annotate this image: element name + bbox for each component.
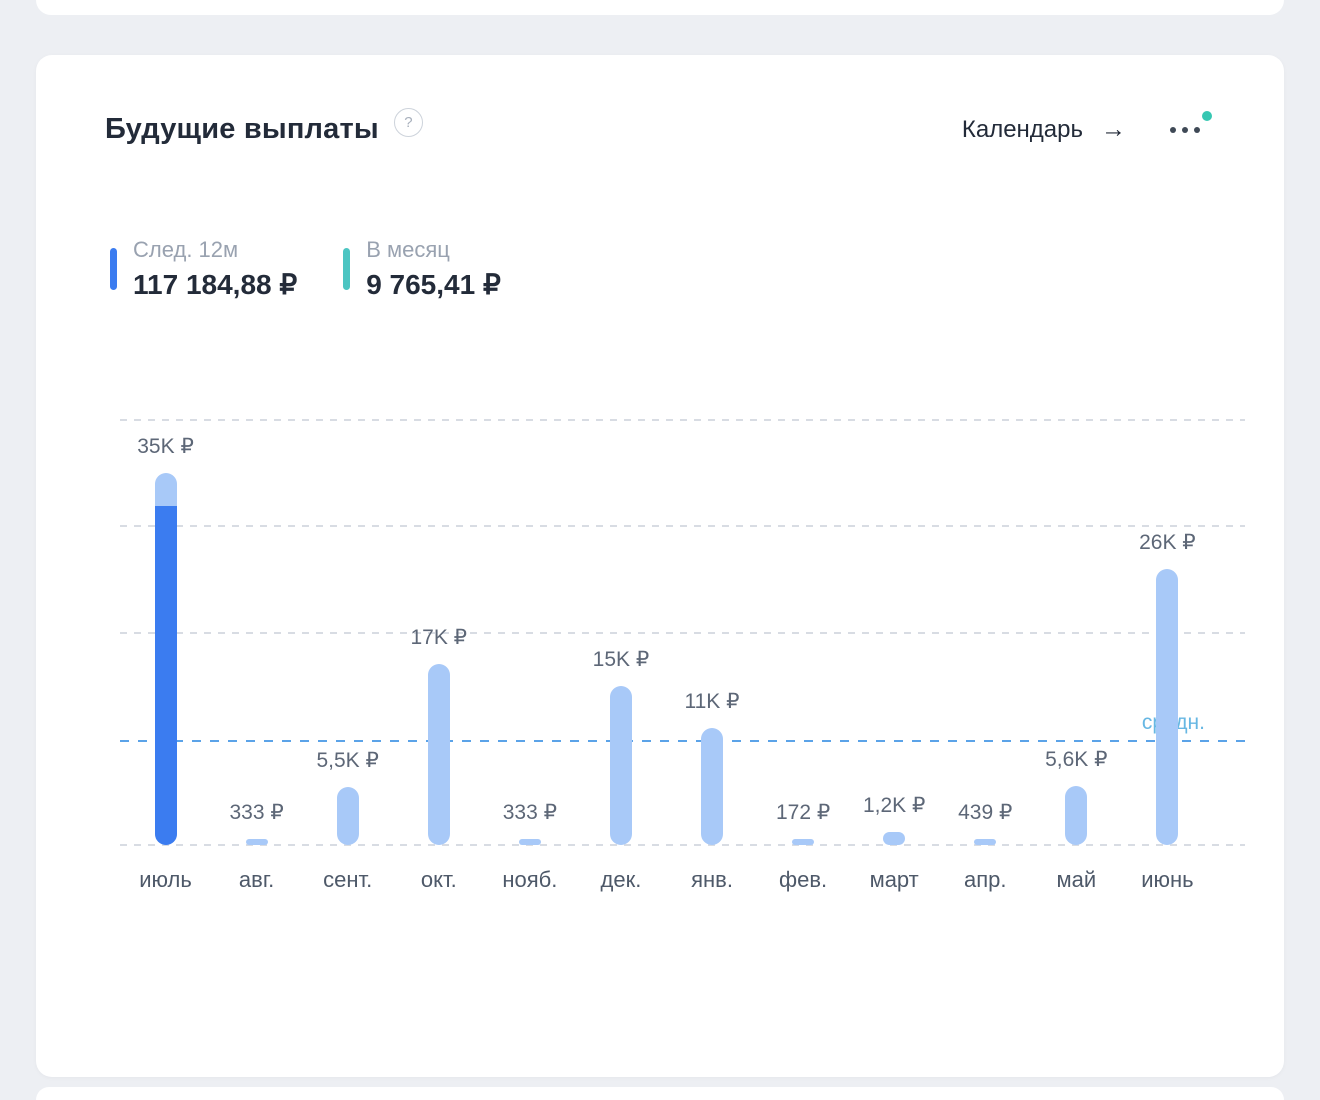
chart-column: 333 ₽ авг. xyxy=(211,420,302,892)
help-icon-glyph: ? xyxy=(404,114,413,131)
bar-июль[interactable] xyxy=(154,473,177,845)
calendar-link[interactable]: Календарь → xyxy=(962,115,1126,144)
bar-март[interactable] xyxy=(883,832,906,845)
stat-value: 9 765,41 ₽ xyxy=(366,269,501,300)
bar-апр[interactable] xyxy=(974,839,997,845)
calendar-link-label: Календарь xyxy=(961,115,1083,143)
bar-янв[interactable] xyxy=(701,728,723,845)
bar-дек[interactable] xyxy=(609,685,632,845)
chart-column: 11K ₽ янв. xyxy=(666,420,757,892)
help-icon[interactable]: ? xyxy=(393,108,423,137)
ellipsis-dot-icon xyxy=(1182,126,1188,133)
header-left: Будущие выплаты ? xyxy=(105,108,423,146)
bar-авг[interactable] xyxy=(245,839,268,845)
bar-окт[interactable] xyxy=(427,664,450,845)
bars-row: 35K ₽ июль 333 ₽ авг. 5,5K ₽ сент. 17K ₽ окт. 33… xyxy=(120,420,1213,893)
chart-column: 35K ₽ июль xyxy=(120,420,211,892)
adjacent-card-above xyxy=(36,0,1284,15)
chart-column: 439 ₽ апр. xyxy=(940,420,1031,892)
bar-value-label: 26K ₽ xyxy=(1139,530,1196,554)
bar-chart: средн.35K ₽июль333 ₽авг.5,5K ₽сент.17K ₽… xyxy=(120,419,1245,893)
arrow-right-icon: → xyxy=(1101,115,1126,143)
future-payments-card: Будущие выплаты ? Календарь → След. 12м … xyxy=(36,55,1284,1077)
card-header: Будущие выплаты ? Календарь → xyxy=(105,108,1212,146)
summary-stats: След. 12м 117 184,88 ₽ В месяц 9 765,41 … xyxy=(110,237,501,301)
bar-нояб[interactable] xyxy=(518,839,541,845)
chart-column: 15K ₽ дек. xyxy=(575,420,666,892)
chart-column: 26K ₽ июнь xyxy=(1122,420,1213,892)
adjacent-card-below xyxy=(36,1087,1284,1100)
stat-label: В месяц xyxy=(366,237,450,262)
stat-text: В месяц 9 765,41 ₽ xyxy=(366,237,501,301)
stat-accent-bar-blue xyxy=(110,248,117,290)
chart-column: 1,2K ₽ март xyxy=(849,420,940,892)
chart-column: 17K ₽ окт. xyxy=(393,420,484,892)
bar-highlight-fill xyxy=(154,506,177,845)
stat-text: След. 12м 117 184,88 ₽ xyxy=(133,237,297,301)
chart-column: 172 ₽ фев. xyxy=(758,420,849,892)
ellipsis-dot-icon xyxy=(1170,126,1176,133)
chart-column: 5,6K ₽ май xyxy=(1031,420,1122,893)
page-title: Будущие выплаты xyxy=(105,113,379,145)
more-menu-button[interactable] xyxy=(1166,110,1212,143)
stat-accent-bar-teal xyxy=(343,248,351,290)
bar-сент[interactable] xyxy=(336,786,359,845)
ellipsis-dot-icon xyxy=(1194,126,1200,133)
notification-dot xyxy=(1202,110,1212,121)
header-right: Календарь → xyxy=(962,110,1212,144)
stat-value: 117 184,88 ₽ xyxy=(133,269,298,300)
bar-фев[interactable] xyxy=(792,839,815,845)
stat-per-month: В месяц 9 765,41 ₽ xyxy=(343,237,501,301)
bar-июнь[interactable] xyxy=(1156,568,1179,845)
stat-label: След. 12м xyxy=(133,237,239,262)
month-label: июнь xyxy=(1141,867,1194,892)
chart-column: 333 ₽ нояб. xyxy=(484,420,575,892)
stat-next-12m: След. 12м 117 184,88 ₽ xyxy=(110,237,297,301)
bar-май[interactable] xyxy=(1065,785,1088,845)
